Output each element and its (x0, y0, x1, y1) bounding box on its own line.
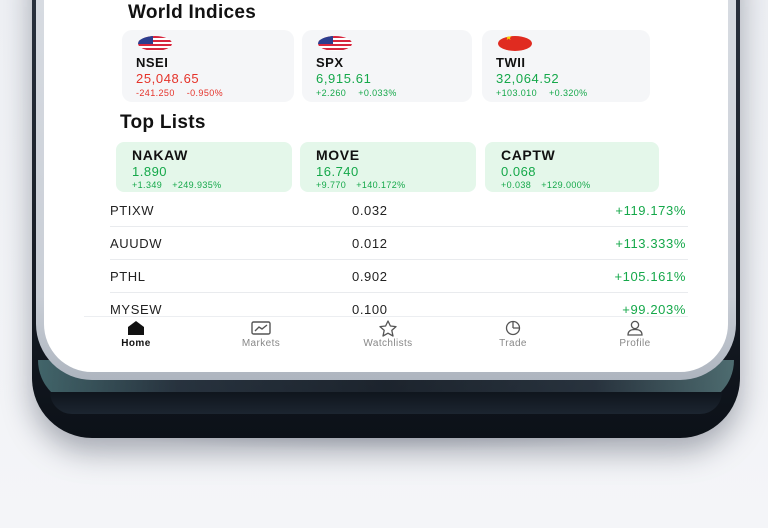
top-card-change: +0.038 (501, 180, 532, 190)
user-icon (590, 320, 680, 336)
nav-markets[interactable]: Markets (216, 320, 306, 349)
nav-profile[interactable]: Profile (590, 320, 680, 349)
pie-icon (468, 320, 558, 336)
index-change-pct: +0.320% (549, 88, 588, 98)
row-change-pct: +105.161% (614, 269, 686, 284)
row-symbol: PTIXW (110, 203, 155, 218)
index-card-nsei[interactable]: NSEI 25,048.65 -241.250 -0.950% (122, 30, 294, 102)
top-card-change: +9.770 (316, 180, 347, 190)
index-name: TWII (496, 55, 526, 70)
phone-bottom-band (50, 392, 722, 414)
row-price: 0.902 (352, 269, 388, 284)
cn-flag-icon (498, 36, 532, 51)
chart-icon (216, 320, 306, 336)
row-symbol: PTHL (110, 269, 146, 284)
world-indices-title: World Indices (128, 2, 257, 23)
index-name: NSEI (136, 55, 169, 70)
top-card-symbol: NAKAW (132, 147, 188, 163)
top-card-symbol: CAPTW (501, 147, 556, 163)
row-symbol: AUUDW (110, 236, 163, 251)
us-flag-icon (138, 36, 172, 51)
top-lists-title: Top Lists (120, 112, 206, 133)
top-card-symbol: MOVE (316, 147, 360, 163)
index-change: +103.010 (496, 88, 537, 98)
top-card-price: 16.740 (316, 164, 359, 179)
us-flag-icon (318, 36, 352, 51)
index-price: 6,915.61 (316, 71, 372, 86)
index-change: +2.260 (316, 88, 347, 98)
star-icon (343, 320, 433, 337)
row-price: 0.032 (352, 203, 388, 218)
top-card-price: 1.890 (132, 164, 168, 179)
nav-label: Markets (241, 338, 281, 349)
index-card-spx[interactable]: SPX 6,915.61 +2.260 +0.033% (302, 30, 472, 102)
table-row[interactable]: AUUDW 0.012 +113.333% (110, 227, 688, 260)
nav-label: Watchlists (363, 338, 413, 349)
index-change-pct: -0.950% (186, 88, 224, 98)
row-price: 0.100 (352, 302, 388, 317)
nav-label: Home (121, 338, 151, 349)
index-price: 32,064.52 (496, 71, 560, 86)
table-row[interactable]: PTHL 0.902 +105.161% (110, 260, 688, 293)
row-change-pct: +119.173% (615, 203, 686, 218)
nav-label: Profile (619, 338, 651, 349)
bottom-nav: Home Markets Watchlists Trade Profile (84, 316, 688, 350)
index-card-twii[interactable]: TWII 32,064.52 +103.010 +0.320% (482, 30, 650, 102)
index-price: 25,048.65 (136, 71, 200, 86)
row-symbol: MYSEW (110, 302, 163, 317)
top-card-price: 0.068 (501, 164, 537, 179)
table-row[interactable]: PTIXW 0.032 +119.173% (110, 194, 688, 227)
top-card-nakaw[interactable]: NAKAW 1.890 +1.349 +249.935% (116, 142, 292, 192)
index-change: -241.250 (136, 88, 175, 98)
row-change-pct: +113.333% (615, 236, 686, 251)
nav-watchlists[interactable]: Watchlists (343, 320, 433, 349)
nav-home[interactable]: Home (91, 320, 181, 349)
top-card-change-pct: +249.935% (172, 180, 222, 190)
app-screen: World Indices NSEI 25,048.65 -241.250 -0… (44, 0, 728, 372)
index-change-pct: +0.033% (358, 88, 397, 98)
row-price: 0.012 (352, 236, 388, 251)
top-card-change-pct: +129.000% (541, 180, 591, 190)
nav-label: Trade (499, 338, 527, 349)
top-card-move[interactable]: MOVE 16.740 +9.770 +140.172% (300, 142, 476, 192)
device-mockup: World Indices NSEI 25,048.65 -241.250 -0… (0, 0, 768, 528)
top-card-captw[interactable]: CAPTW 0.068 +0.038 +129.000% (485, 142, 659, 192)
index-name: SPX (316, 55, 344, 70)
row-change-pct: +99.203% (622, 302, 686, 317)
nav-trade[interactable]: Trade (468, 320, 558, 349)
top-card-change-pct: +140.172% (356, 180, 406, 190)
home-icon (91, 320, 181, 336)
top-card-change: +1.349 (132, 180, 163, 190)
